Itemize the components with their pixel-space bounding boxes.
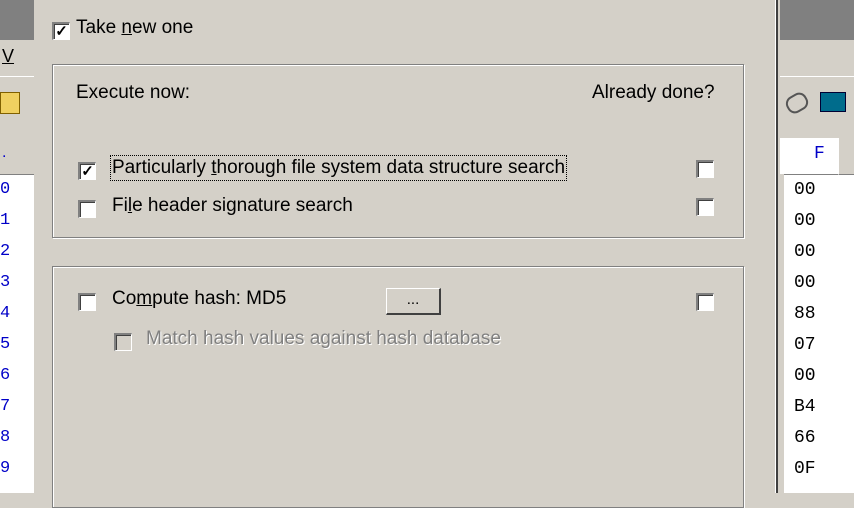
snapshot-dialog: ✓ Take new one Execute now: Already done… bbox=[34, 0, 778, 508]
offset-cell: 5 bbox=[0, 335, 11, 354]
header-signature-search-checkbox[interactable] bbox=[78, 200, 96, 218]
offset-cell: 8 bbox=[0, 428, 11, 447]
hex-cell: 00 bbox=[794, 211, 816, 231]
take-new-one-checkbox[interactable]: ✓ bbox=[52, 22, 70, 40]
hex-cell: 0F bbox=[794, 459, 816, 479]
hash-options-button[interactable]: ... bbox=[386, 288, 441, 315]
hex-cell: 00 bbox=[794, 366, 816, 386]
offset-header-text: . bbox=[2, 144, 7, 161]
offset-cell: 7 bbox=[0, 397, 11, 416]
hex-cell: 00 bbox=[794, 180, 816, 200]
calculator-icon[interactable] bbox=[820, 92, 846, 112]
folder-icon[interactable] bbox=[0, 92, 20, 114]
background-titlebar bbox=[780, 0, 854, 40]
thorough-search-done-checkbox[interactable] bbox=[696, 160, 714, 178]
header-signature-search-label[interactable]: File header signature search bbox=[112, 195, 353, 217]
hex-column-f-label: F bbox=[814, 144, 825, 164]
background-titlebar bbox=[0, 0, 34, 40]
take-new-one-label[interactable]: Take new one bbox=[76, 17, 193, 39]
already-done-header: Already done? bbox=[592, 82, 715, 103]
header-signature-done-checkbox[interactable] bbox=[696, 198, 714, 216]
thorough-search-label[interactable]: Particularly thorough file system data s… bbox=[109, 155, 568, 181]
offset-cell: 4 bbox=[0, 304, 11, 323]
offset-cell: 0 bbox=[0, 180, 11, 199]
hex-cell: 07 bbox=[794, 335, 816, 355]
execute-now-title: Execute now: bbox=[76, 82, 191, 103]
background-menu-item[interactable]: V bbox=[2, 46, 14, 67]
hex-cell: B4 bbox=[794, 397, 816, 417]
compute-hash-label[interactable]: Compute hash: MD5 bbox=[112, 288, 286, 310]
background-app-right: F 00 00 00 00 88 07 00 B4 66 0F bbox=[780, 0, 854, 493]
offset-cell: 6 bbox=[0, 366, 11, 385]
hex-cell: 00 bbox=[794, 242, 816, 262]
hex-cell: 00 bbox=[794, 273, 816, 293]
compute-hash-checkbox[interactable] bbox=[78, 293, 96, 311]
match-hash-label: Match hash values against hash database bbox=[146, 328, 501, 349]
hex-cell: 66 bbox=[794, 428, 816, 448]
background-menubar bbox=[780, 40, 854, 76]
hex-cell: 88 bbox=[794, 304, 816, 324]
background-app-left: V . 0 1 2 3 4 5 6 7 8 9 bbox=[0, 0, 34, 493]
thorough-search-checkbox[interactable]: ✓ bbox=[78, 162, 96, 180]
offset-cell: 9 bbox=[0, 459, 11, 478]
hex-column-header bbox=[780, 138, 838, 175]
offset-cell: 1 bbox=[0, 211, 11, 230]
offset-cell: 2 bbox=[0, 242, 11, 261]
match-hash-checkbox bbox=[114, 333, 132, 351]
compute-hash-done-checkbox[interactable] bbox=[696, 293, 714, 311]
offset-cell: 3 bbox=[0, 273, 11, 292]
hex-panel-separator bbox=[780, 174, 784, 493]
hex-column-header-filler bbox=[838, 138, 854, 175]
